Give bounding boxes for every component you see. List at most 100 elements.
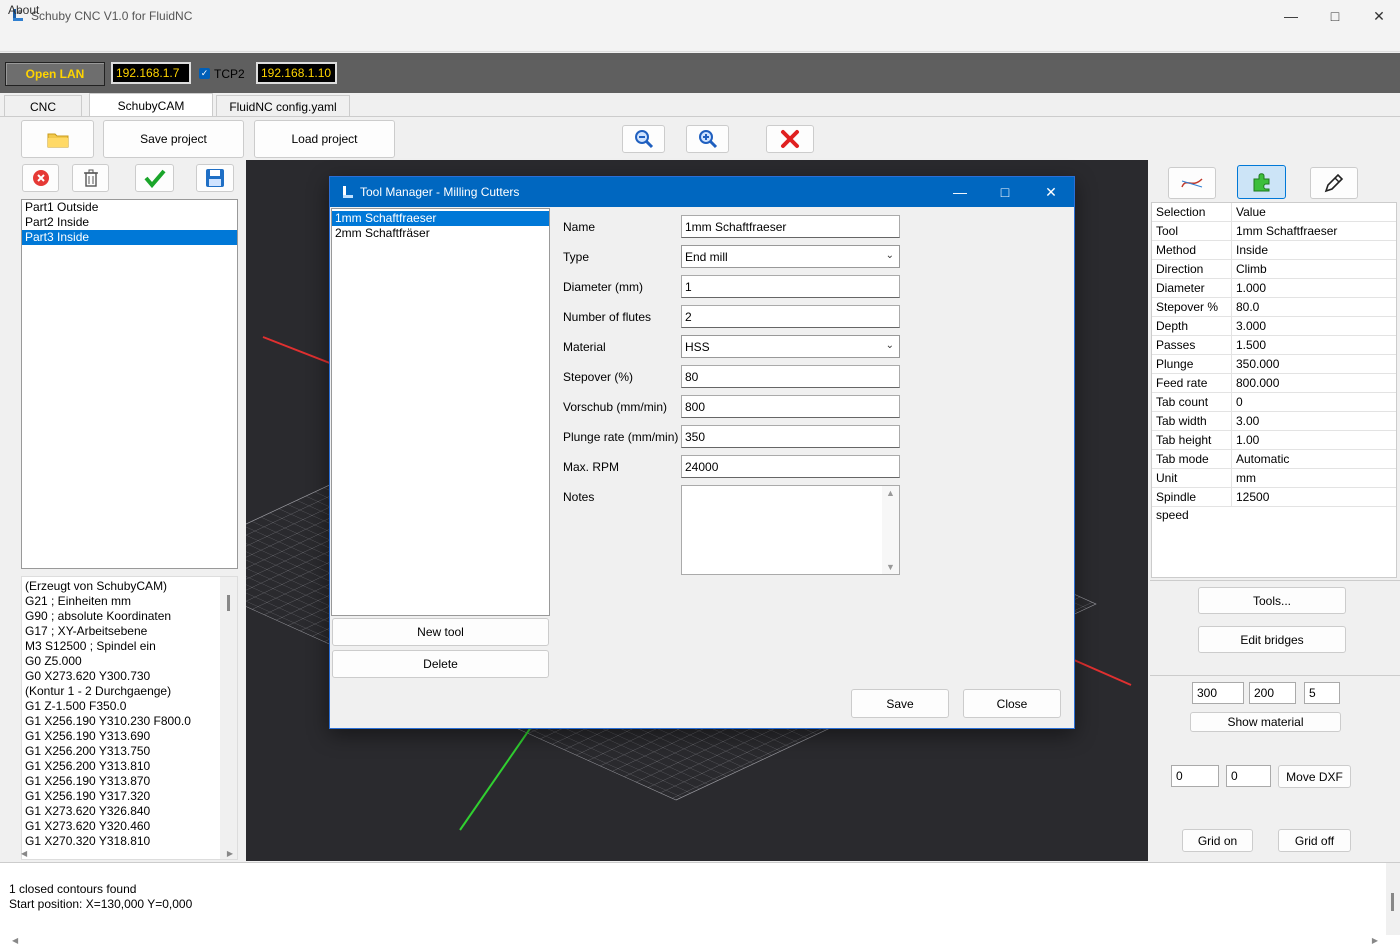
table-row[interactable]: Stepover % 80.0 <box>1152 298 1396 317</box>
property-value[interactable]: 80.0 <box>1232 298 1396 316</box>
load-project-button[interactable]: Load project <box>254 120 395 158</box>
delete-part-button[interactable] <box>72 164 109 192</box>
close-icon[interactable]: ✕ <box>1356 0 1400 32</box>
save-project-button[interactable]: Save project <box>103 120 244 158</box>
dialog-close-icon[interactable]: ✕ <box>1028 177 1074 207</box>
stepover-field[interactable]: 80 <box>681 365 900 388</box>
property-value[interactable]: 1.00 <box>1232 431 1396 449</box>
tab-cnc[interactable]: CNC <box>4 95 82 117</box>
tool-list[interactable]: 1mm Schaftfraeser 2mm Schaftfräser <box>331 208 550 616</box>
dialog-maximize-icon[interactable]: □ <box>982 177 1028 207</box>
save-parts-button[interactable] <box>196 164 234 192</box>
tools-button[interactable]: Tools... <box>1198 587 1346 614</box>
material-z-input[interactable]: 5 <box>1304 682 1340 704</box>
feed-field[interactable]: 800 <box>681 395 900 418</box>
dxf-offset-x-input[interactable]: 0 <box>1171 765 1219 787</box>
gcode-scrollbar[interactable] <box>220 577 237 859</box>
property-value[interactable]: Climb <box>1232 260 1396 278</box>
zoom-out-button[interactable] <box>622 125 665 153</box>
material-select[interactable]: HSS ⌄ <box>681 335 900 358</box>
plunge-field[interactable]: 350 <box>681 425 900 448</box>
table-row[interactable]: Tool 1mm Schaftfraeser <box>1152 222 1396 241</box>
diameter-label: Diameter (mm) <box>563 280 643 294</box>
property-value[interactable]: 1.500 <box>1232 336 1396 354</box>
table-row[interactable]: Tab width 3.00 <box>1152 412 1396 431</box>
edit-bridges-button[interactable]: Edit bridges <box>1198 626 1346 653</box>
open-folder-button[interactable] <box>21 120 94 158</box>
table-row[interactable]: Plunge 350.000 <box>1152 355 1396 374</box>
table-row[interactable]: Tab mode Automatic <box>1152 450 1396 469</box>
move-dxf-button[interactable]: Move DXF <box>1278 765 1351 788</box>
property-value[interactable]: 1mm Schaftfraeser <box>1232 222 1396 240</box>
property-value[interactable]: 350.000 <box>1232 355 1396 373</box>
grid-on-button[interactable]: Grid on <box>1182 829 1253 852</box>
property-value[interactable]: 800.000 <box>1232 374 1396 392</box>
zoom-in-button[interactable] <box>686 125 729 153</box>
table-row[interactable]: Tab height 1.00 <box>1152 431 1396 450</box>
log-scrollbar[interactable] <box>1386 863 1400 935</box>
dxf-offset-y-input[interactable]: 0 <box>1226 765 1271 787</box>
table-row[interactable]: Method Inside <box>1152 241 1396 260</box>
grid-off-button[interactable]: Grid off <box>1278 829 1351 852</box>
stepover-label: Stepover (%) <box>563 370 634 384</box>
parts-list[interactable]: Part1 Outside Part2 Inside Part3 Inside <box>21 199 238 569</box>
tab-schubycam[interactable]: SchubyCAM <box>89 93 213 117</box>
edit-view-button[interactable] <box>1310 167 1358 199</box>
diameter-field[interactable]: 1 <box>681 275 900 298</box>
list-item[interactable]: 2mm Schaftfräser <box>332 226 549 241</box>
show-material-button[interactable]: Show material <box>1190 712 1341 732</box>
property-value[interactable]: 0 <box>1232 393 1396 411</box>
property-value[interactable]: 12500 <box>1232 488 1396 506</box>
gcode-hscrollbar[interactable]: ◀ ▶ <box>21 849 233 860</box>
list-item[interactable]: Part1 Outside <box>22 200 237 215</box>
clear-button[interactable] <box>766 125 814 153</box>
tab-fluidnc-config[interactable]: FluidNC config.yaml <box>216 95 350 117</box>
remove-part-button[interactable] <box>22 164 59 192</box>
notes-textarea[interactable]: ▲ ▼ <box>681 485 900 575</box>
delete-tool-button[interactable]: Delete <box>332 650 549 678</box>
table-row[interactable]: Tab count 0 <box>1152 393 1396 412</box>
table-row[interactable]: Spindle speed 12500 <box>1152 488 1396 522</box>
save-button[interactable]: Save <box>851 689 949 718</box>
property-value[interactable]: Inside <box>1232 241 1396 259</box>
property-value[interactable]: mm <box>1232 469 1396 487</box>
property-value[interactable]: 3.00 <box>1232 412 1396 430</box>
tcp2-checkbox[interactable]: ✓ <box>199 68 210 79</box>
list-item[interactable]: 1mm Schaftfraeser <box>332 211 549 226</box>
list-item[interactable]: Part2 Inside <box>22 215 237 230</box>
dialog-minimize-icon[interactable]: — <box>937 177 983 207</box>
open-lan-button[interactable]: Open LAN <box>5 62 105 86</box>
minimize-icon[interactable]: — <box>1268 0 1314 32</box>
list-item[interactable]: Part3 Inside <box>22 230 237 245</box>
table-row[interactable]: Feed rate 800.000 <box>1152 374 1396 393</box>
table-row[interactable]: Diameter 1.000 <box>1152 279 1396 298</box>
tcp2-ip-field[interactable]: 192.168.1.10 <box>256 62 337 84</box>
property-value[interactable]: Automatic <box>1232 450 1396 468</box>
maximize-icon[interactable]: □ <box>1312 0 1358 32</box>
menu-item-about[interactable]: About <box>8 3 39 17</box>
property-value[interactable]: 3.000 <box>1232 317 1396 335</box>
table-row[interactable]: Unit mm <box>1152 469 1396 488</box>
material-x-input[interactable]: 300 <box>1192 682 1244 704</box>
log-output[interactable]: 1 closed contours found Start position: … <box>0 862 1400 950</box>
table-row[interactable]: Depth 3.000 <box>1152 317 1396 336</box>
log-hscrollbar[interactable]: ◀ ▶ <box>0 935 1386 950</box>
gcode-viewer[interactable]: (Erzeugt von SchubyCAM) G21 ; Einheiten m… <box>21 576 238 860</box>
tcp2-label: TCP2 <box>214 67 245 81</box>
notes-scrollbar[interactable]: ▲ ▼ <box>882 486 899 574</box>
material-y-input[interactable]: 200 <box>1249 682 1296 704</box>
new-tool-button[interactable]: New tool <box>332 618 549 646</box>
ip-address-field[interactable]: 192.168.1.7 <box>111 62 191 84</box>
table-row[interactable]: Passes 1.500 <box>1152 336 1396 355</box>
properties-grid[interactable]: Selection Value Tool 1mm Schaftfraeser Met… <box>1151 202 1397 578</box>
rpm-field[interactable]: 24000 <box>681 455 900 478</box>
property-value[interactable]: 1.000 <box>1232 279 1396 297</box>
parts-view-button[interactable] <box>1237 165 1286 199</box>
confirm-button[interactable] <box>135 164 174 192</box>
type-select[interactable]: End mill ⌄ <box>681 245 900 268</box>
flutes-field[interactable]: 2 <box>681 305 900 328</box>
contour-view-button[interactable] <box>1168 167 1216 199</box>
name-field[interactable]: 1mm Schaftfraeser <box>681 215 900 238</box>
close-button[interactable]: Close <box>963 689 1061 718</box>
table-row[interactable]: Direction Climb <box>1152 260 1396 279</box>
